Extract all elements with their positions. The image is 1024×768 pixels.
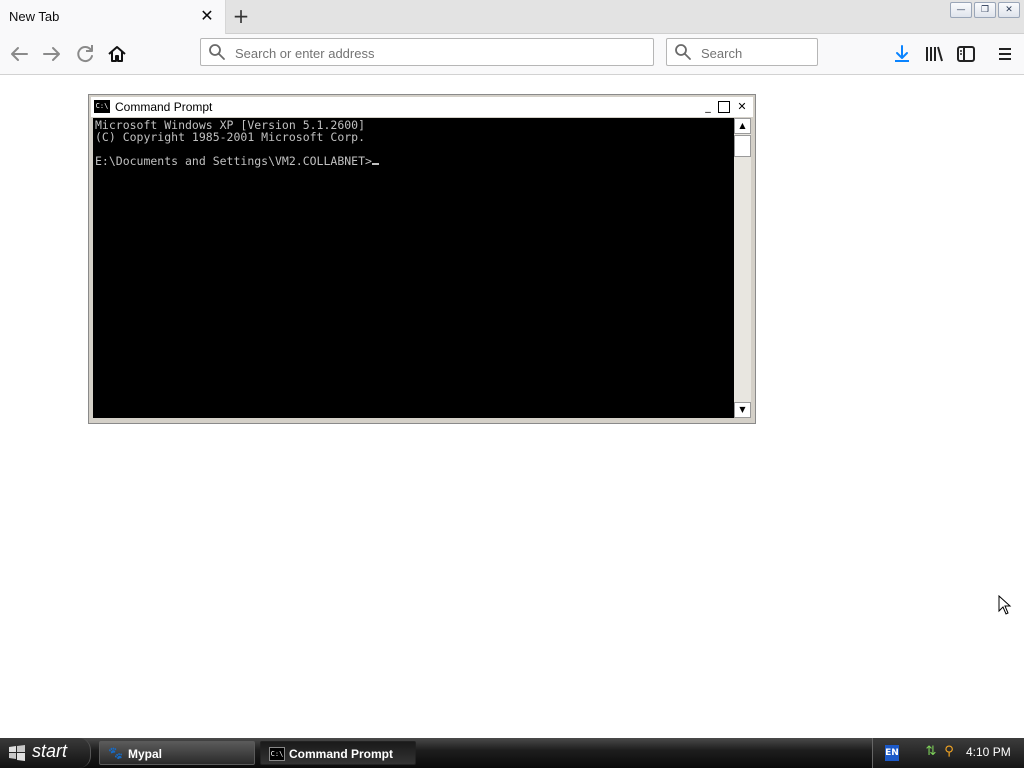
close-icon[interactable]: ✕	[735, 100, 749, 114]
cmd-prompt-line: E:\Documents and Settings\VM2.COLLABNET>	[95, 154, 372, 168]
search-input[interactable]	[699, 42, 813, 64]
cmd-line: (C) Copyright 1985-2001 Microsoft Corp.	[95, 130, 366, 144]
search-tray-icon[interactable]: ⚲	[941, 744, 957, 760]
tab-title: New Tab	[9, 9, 60, 24]
scroll-up-arrow-icon[interactable]: ▲	[734, 118, 751, 134]
forward-arrow-icon[interactable]	[40, 42, 64, 66]
menu-hamburger-icon[interactable]	[994, 43, 1016, 65]
home-icon[interactable]	[105, 42, 129, 66]
back-arrow-icon[interactable]	[7, 42, 31, 66]
text-cursor	[371, 163, 379, 165]
vertical-scrollbar[interactable]: ▲ ▼	[734, 118, 751, 418]
cmd-title-bar[interactable]: C:\ Command Prompt _ ✕	[91, 97, 753, 117]
close-window-icon[interactable]: ✕	[998, 2, 1020, 18]
taskbar-item-label: Mypal	[128, 747, 163, 761]
taskbar-item-command-prompt[interactable]: C:\ Command Prompt	[260, 741, 416, 765]
restore-icon[interactable]: ❐	[974, 2, 996, 18]
url-input[interactable]	[233, 42, 647, 64]
mouse-pointer-icon	[998, 595, 1012, 615]
scroll-thumb[interactable]	[734, 135, 751, 157]
cmd-output: Microsoft Windows XP [Version 5.1.2600] …	[95, 119, 379, 167]
tab-new-tab[interactable]: New Tab ✕	[0, 0, 226, 34]
window-controls: — ❐ ✕	[948, 2, 1020, 18]
windows-logo-icon	[9, 745, 25, 761]
maximize-icon[interactable]	[718, 101, 730, 113]
taskbar: start 🐾 Mypal C:\ Command Prompt EN ⇅ ⚲ …	[0, 738, 1024, 768]
sidebar-icon[interactable]	[955, 43, 977, 65]
language-indicator[interactable]: EN	[885, 745, 899, 761]
tab-strip: New Tab ✕ + — ❐ ✕	[0, 0, 1024, 34]
search-icon	[675, 44, 691, 60]
cmd-console[interactable]: Microsoft Windows XP [Version 5.1.2600] …	[93, 118, 734, 418]
system-tray: EN ⇅ ⚲ 4:10 PM	[872, 738, 1024, 768]
cmd-icon: C:\	[269, 747, 285, 761]
navigation-toolbar	[0, 34, 1024, 75]
search-icon	[209, 44, 225, 60]
download-icon[interactable]	[891, 43, 913, 65]
minimize-icon[interactable]: _	[701, 100, 715, 114]
cmd-window-title: Command Prompt	[115, 100, 213, 114]
close-tab-icon[interactable]: ✕	[198, 6, 216, 26]
taskbar-item-label: Command Prompt	[289, 747, 394, 761]
reload-icon[interactable]	[73, 42, 97, 66]
command-prompt-window[interactable]: C:\ Command Prompt _ ✕ Microsoft Windows…	[88, 94, 756, 424]
clock: 4:10 PM	[966, 745, 1011, 759]
library-icon[interactable]	[923, 43, 945, 65]
start-button[interactable]: start	[0, 738, 91, 768]
network-icon[interactable]: ⇅	[923, 744, 939, 760]
scroll-down-arrow-icon[interactable]: ▼	[734, 402, 751, 418]
start-label: start	[32, 741, 68, 761]
taskbar-item-mypal[interactable]: 🐾 Mypal	[99, 741, 255, 765]
minimize-icon[interactable]: —	[950, 2, 972, 18]
cmd-app-icon: C:\	[94, 100, 110, 113]
search-bar[interactable]	[666, 38, 818, 66]
new-tab-plus-icon[interactable]: +	[231, 5, 251, 27]
url-bar[interactable]	[200, 38, 654, 66]
mypal-icon: 🐾	[108, 746, 123, 760]
